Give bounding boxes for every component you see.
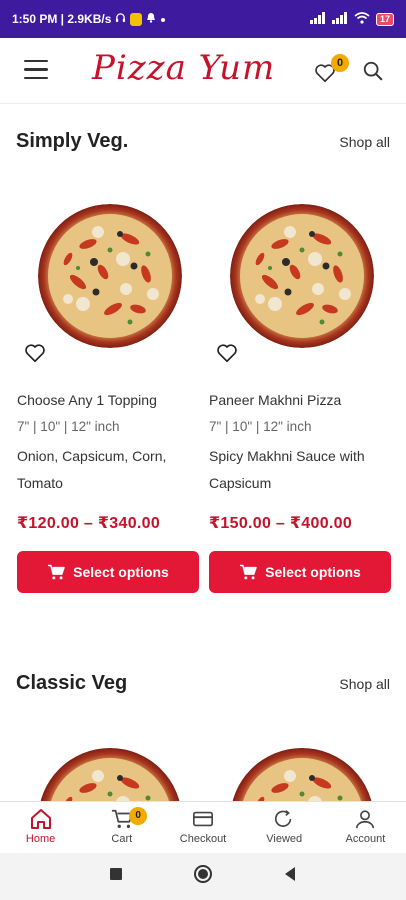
heart-icon (25, 344, 45, 363)
heart-icon (217, 344, 237, 363)
product-sizes: 7" | 10" | 12" inch (17, 419, 120, 434)
menu-icon-bar (24, 68, 48, 71)
bell-icon (146, 12, 156, 26)
pizza-image[interactable] (38, 204, 182, 348)
signal-icon (309, 11, 326, 27)
history-icon (275, 810, 292, 827)
menu-button[interactable] (24, 60, 48, 80)
wifi-icon (354, 11, 370, 27)
search-button[interactable] (362, 60, 384, 82)
select-options-label: Select options (73, 564, 169, 580)
select-options-button[interactable]: Select options (17, 551, 199, 593)
section-title: Classic Veg (16, 672, 128, 694)
signal-icon-2 (331, 11, 348, 27)
home-button[interactable] (193, 864, 213, 889)
nav-label: Account (345, 833, 386, 845)
product-name[interactable]: Choose Any 1 Topping (17, 392, 157, 408)
product-description: Onion, Capsicum, Corn, Tomato (17, 448, 167, 491)
nav-label: Checkout (179, 833, 227, 845)
nav-cart[interactable]: Cart 0 (81, 802, 162, 853)
user-icon (356, 810, 375, 829)
system-navigation-bar (0, 853, 406, 900)
notification-app-icon (130, 12, 143, 26)
menu-icon-bar (24, 76, 48, 80)
add-to-wishlist-button[interactable] (215, 342, 239, 364)
logo[interactable]: Pizza Yum (92, 48, 275, 88)
headphones-icon (115, 12, 126, 26)
select-options-label: Select options (265, 564, 361, 580)
nav-account[interactable]: Account (325, 802, 406, 853)
product-price: ₹150.00 – ₹400.00 (209, 515, 353, 532)
pizza-image[interactable] (230, 204, 374, 348)
product-price: ₹120.00 – ₹340.00 (17, 515, 161, 532)
app-header: Pizza Yum 0 (0, 38, 406, 104)
back-button[interactable] (283, 866, 297, 887)
select-options-button[interactable]: Select options (209, 551, 391, 593)
cart-icon (240, 564, 257, 580)
card-icon (193, 811, 213, 827)
home-icon (30, 809, 51, 829)
section-header-simply-veg: Simply Veg. Shop all (16, 130, 390, 153)
add-to-wishlist-button[interactable] (23, 342, 47, 364)
shop-all-link[interactable]: Shop all (339, 134, 390, 150)
product-description: Spicy Makhni Sauce with Capsicum (209, 448, 365, 491)
shop-all-link[interactable]: Shop all (339, 676, 390, 692)
triangle-back-icon (285, 867, 295, 881)
status-time: 1:50 PM | 2.9KB/s (12, 12, 112, 26)
search-icon (363, 61, 383, 81)
nav-label: Home (25, 833, 56, 845)
nav-viewed[interactable]: Viewed (244, 802, 325, 853)
wishlist-count-badge: 0 (331, 54, 349, 72)
battery-indicator: 17 (375, 12, 394, 26)
menu-icon-bar (24, 60, 48, 63)
status-bar: 1:50 PM | 2.9KB/s 17 (0, 0, 406, 38)
cart-icon (48, 564, 65, 580)
nav-home[interactable]: Home (0, 802, 81, 853)
product-name[interactable]: Paneer Makhni Pizza (209, 392, 341, 408)
recents-button[interactable] (109, 867, 123, 886)
dot-icon (160, 12, 166, 26)
nav-label: Cart (111, 833, 133, 845)
bottom-navigation: Home Cart 0 Checkout Viewed Account (0, 801, 406, 853)
square-icon (110, 868, 122, 880)
nav-label: Viewed (266, 833, 303, 845)
section-title: Simply Veg. (16, 130, 129, 152)
product-sizes: 7" | 10" | 12" inch (209, 419, 312, 434)
nav-checkout[interactable]: Checkout (162, 802, 243, 853)
section-header-classic-veg: Classic Veg Shop all (16, 672, 390, 695)
circle-icon (194, 865, 212, 883)
cart-count-badge: 0 (129, 807, 148, 825)
